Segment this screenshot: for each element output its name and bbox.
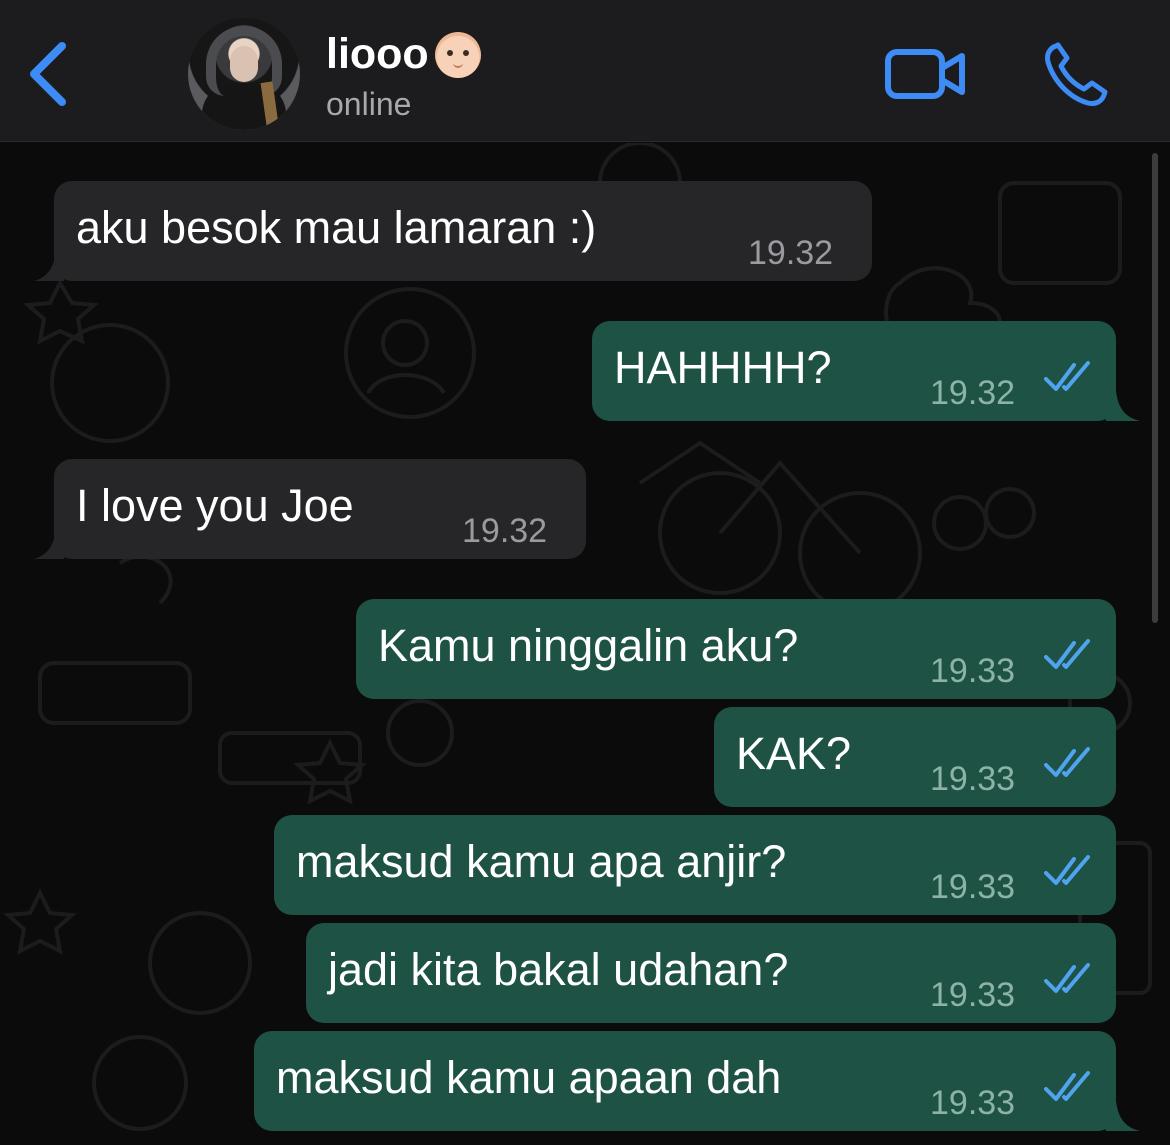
message-text: KAK? xyxy=(736,728,852,779)
message-text: maksud kamu apaan dah xyxy=(276,1052,782,1103)
message-text: aku besok mau lamaran :) xyxy=(76,202,597,253)
bubble-tail xyxy=(34,529,64,559)
phone-icon xyxy=(1045,42,1108,106)
message-bubble-outgoing[interactable]: maksud kamu apa anjir? 19.33 xyxy=(274,815,1116,915)
bubble-tail xyxy=(1106,1101,1140,1131)
message-bubble-outgoing[interactable]: maksud kamu apaan dah 19.33 xyxy=(254,1031,1140,1131)
message-bubble-outgoing[interactable]: HAHHHH? 19.32 xyxy=(592,321,1140,421)
message-time: 19.33 xyxy=(930,652,1016,690)
bubble-tail xyxy=(1106,391,1140,421)
double-check-icon xyxy=(1044,639,1090,669)
double-check-icon xyxy=(1044,855,1090,885)
message-time: 19.32 xyxy=(748,234,834,272)
message-time: 19.32 xyxy=(930,374,1016,412)
chat-header: liooo online xyxy=(0,0,1170,142)
message-time: 19.33 xyxy=(930,868,1016,906)
contact-status: online xyxy=(326,86,412,122)
back-button[interactable] xyxy=(22,38,78,110)
message-bubble-outgoing[interactable]: KAK? 19.33 xyxy=(714,707,1116,807)
voice-call-button[interactable] xyxy=(1042,40,1110,108)
double-check-icon xyxy=(1044,747,1090,777)
message-bubble-incoming[interactable]: aku besok mau lamaran :) 19.32 xyxy=(34,181,872,281)
message-time: 19.32 xyxy=(462,512,548,550)
double-check-icon xyxy=(1044,1071,1090,1101)
contact-name-text: liooo xyxy=(326,30,429,78)
message-text: HAHHHH? xyxy=(614,342,832,393)
message-text: maksud kamu apa anjir? xyxy=(296,836,787,887)
contact-name[interactable]: liooo xyxy=(326,30,481,79)
bubble-tail xyxy=(34,251,64,281)
scrollbar[interactable] xyxy=(1152,153,1158,623)
message-bubble-outgoing[interactable]: Kamu ninggalin aku? 19.33 xyxy=(356,599,1116,699)
message-bubble-outgoing[interactable]: jadi kita bakal udahan? 19.33 xyxy=(306,923,1116,1023)
message-time: 19.33 xyxy=(930,976,1016,1014)
message-bubble-incoming[interactable]: I love you Joe 19.32 xyxy=(34,459,586,559)
chat-area[interactable]: aku besok mau lamaran :) 19.32 HAHHHH? 1… xyxy=(0,143,1170,1145)
avatar[interactable] xyxy=(188,18,300,130)
video-camera-icon xyxy=(885,49,965,99)
message-text: jadi kita bakal udahan? xyxy=(328,944,789,995)
message-time: 19.33 xyxy=(930,760,1016,798)
chevron-left-icon xyxy=(30,42,66,106)
video-call-button[interactable] xyxy=(884,46,968,102)
message-time: 19.33 xyxy=(930,1084,1016,1122)
double-check-icon xyxy=(1044,963,1090,993)
baby-emoji-icon xyxy=(434,31,481,78)
message-text: I love you Joe xyxy=(76,480,354,531)
double-check-icon xyxy=(1044,361,1090,391)
message-text: Kamu ninggalin aku? xyxy=(378,620,799,671)
